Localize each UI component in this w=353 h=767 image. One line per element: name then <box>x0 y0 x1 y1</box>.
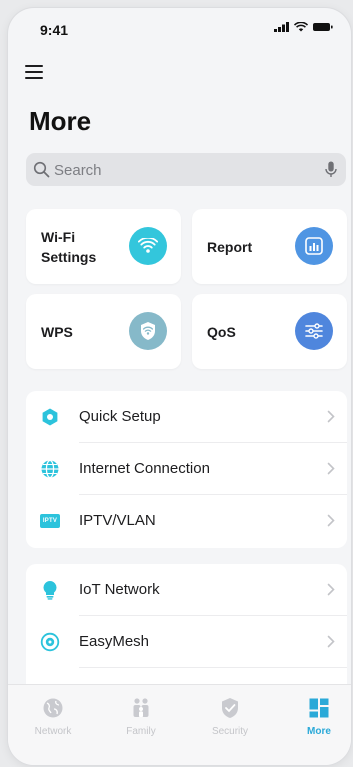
shield-wifi-icon <box>129 312 167 350</box>
tab-family[interactable]: Family <box>101 695 181 737</box>
iptv-icon: IPTV <box>40 511 60 531</box>
tile-wifi-settings-label-line1: Wi-Fi <box>41 229 76 245</box>
list-item-label: IPTV/VLAN <box>79 512 156 529</box>
search-input[interactable] <box>52 153 316 188</box>
status-icons <box>274 22 333 32</box>
list-item-label: IoT Network <box>79 581 160 598</box>
list-item-label: Quick Setup <box>79 408 161 425</box>
chevron-right-icon <box>327 635 335 648</box>
phone-screen: 9:41 More Search Wi-Fi Settings Report W… <box>8 8 351 765</box>
tab-label: Security <box>211 726 249 737</box>
tile-qos[interactable]: QoS <box>192 294 347 369</box>
sliders-icon <box>295 312 333 350</box>
globe-icon <box>43 698 63 718</box>
tile-wifi-settings[interactable]: Wi-Fi Settings <box>26 209 181 284</box>
status-time: 9:41 <box>40 22 69 38</box>
shield-icon <box>222 698 238 718</box>
list-item-iot-network[interactable]: IoT Network <box>26 564 347 616</box>
tab-security[interactable]: Security <box>190 695 270 737</box>
chart-icon <box>295 227 333 265</box>
cellular-signal-icon <box>274 22 289 32</box>
tab-network[interactable]: Network <box>13 695 93 737</box>
tab-label: Network <box>34 726 72 737</box>
list-item-iptv-vlan[interactable]: IPTV IPTV/VLAN <box>26 495 347 547</box>
hamburger-menu-icon[interactable] <box>25 64 43 80</box>
chevron-right-icon <box>327 583 335 596</box>
tile-wifi-settings-label-line2: Settings <box>41 249 97 265</box>
status-bar: 9:41 <box>8 8 351 48</box>
tile-qos-label: QoS <box>207 324 236 340</box>
list-item-label: Internet Connection <box>79 460 210 477</box>
search-bar[interactable] <box>26 153 346 188</box>
microphone-icon[interactable] <box>325 161 337 178</box>
battery-icon <box>313 23 333 31</box>
list-item-quick-setup[interactable]: Quick Setup <box>26 391 347 443</box>
settings-list-group-2: IoT Network EasyMesh <box>26 564 347 694</box>
lightbulb-icon <box>40 580 60 600</box>
list-item-internet-connection[interactable]: Internet Connection <box>26 443 347 495</box>
iptv-icon-text: IPTV <box>42 518 58 524</box>
settings-list-group-1: Quick Setup Internet Connection IPTV IPT… <box>26 391 347 548</box>
wifi-status-icon <box>294 22 308 32</box>
chevron-right-icon <box>327 410 335 423</box>
tile-report[interactable]: Report <box>192 209 347 284</box>
quick-setup-icon <box>40 407 60 427</box>
search-icon <box>33 161 50 178</box>
easymesh-icon <box>40 632 60 652</box>
chevron-right-icon <box>327 514 335 527</box>
wifi-icon <box>129 227 167 265</box>
tile-report-label: Report <box>207 239 253 255</box>
globe-icon <box>40 459 60 479</box>
tab-label: Family <box>126 726 156 737</box>
family-icon <box>133 698 149 717</box>
tile-wps[interactable]: WPS <box>26 294 181 369</box>
list-item-easymesh[interactable]: EasyMesh <box>26 616 347 668</box>
bottom-tab-bar: Network Family Security More <box>8 684 351 765</box>
tile-wps-label: WPS <box>41 324 73 340</box>
page-title: More <box>29 106 92 136</box>
tab-more[interactable]: More <box>279 695 351 737</box>
chevron-right-icon <box>327 462 335 475</box>
list-item-label: EasyMesh <box>79 633 150 650</box>
grid-icon <box>309 698 329 718</box>
tab-label: More <box>307 726 331 737</box>
